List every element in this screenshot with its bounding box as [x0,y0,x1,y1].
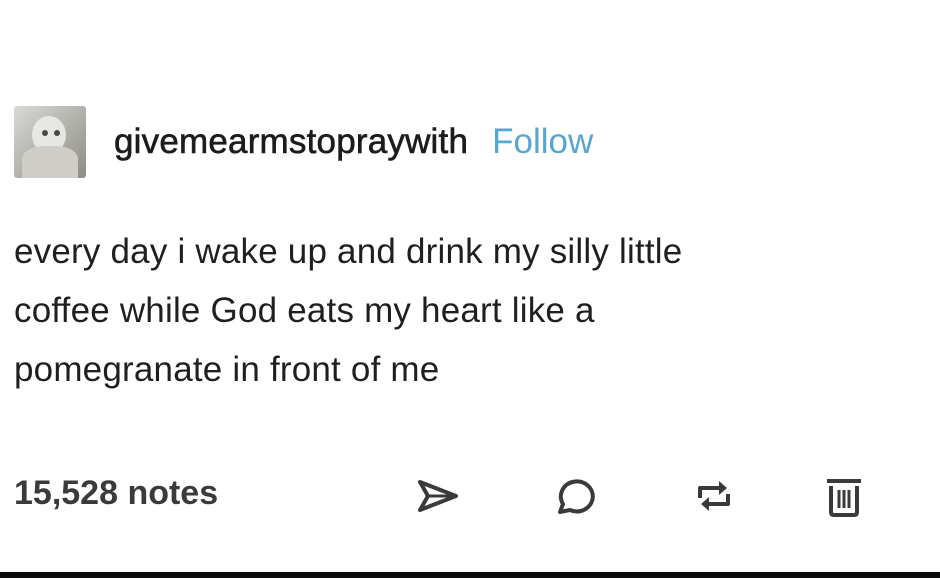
trash-icon[interactable] [820,472,868,520]
post-body: every day i wake up and drink my silly l… [14,222,924,399]
tumblr-post: givemearmstopraywith Follow every day i … [0,0,940,578]
reblog-arrows-icon[interactable] [690,472,738,520]
post-footer: 15,528 notes [14,470,914,522]
speech-bubble-icon[interactable] [550,472,598,520]
notes-count[interactable]: 15,528 notes [14,474,218,513]
avatar-shape [22,146,78,178]
follow-button[interactable]: Follow [492,122,593,162]
avatar-shape [42,130,48,136]
username-link[interactable]: givemearmstopraywith [114,122,469,162]
avatar[interactable] [14,106,86,178]
paper-plane-icon[interactable] [414,472,462,520]
trash-icon-svg [827,479,861,517]
post-header: givemearmstopraywith Follow [14,104,593,180]
post-text-line: every day i wake up and drink my silly l… [14,232,683,271]
avatar-shape [54,130,60,136]
reblog-arrows-icon-svg [698,481,730,511]
paper-plane-icon-svg [418,480,458,512]
post-text-line: pomegranate in front of me [14,350,440,389]
speech-bubble-icon-svg [558,479,595,514]
bottom-border [0,572,940,578]
post-text-line: coffee while God eats my heart like a [14,291,595,330]
